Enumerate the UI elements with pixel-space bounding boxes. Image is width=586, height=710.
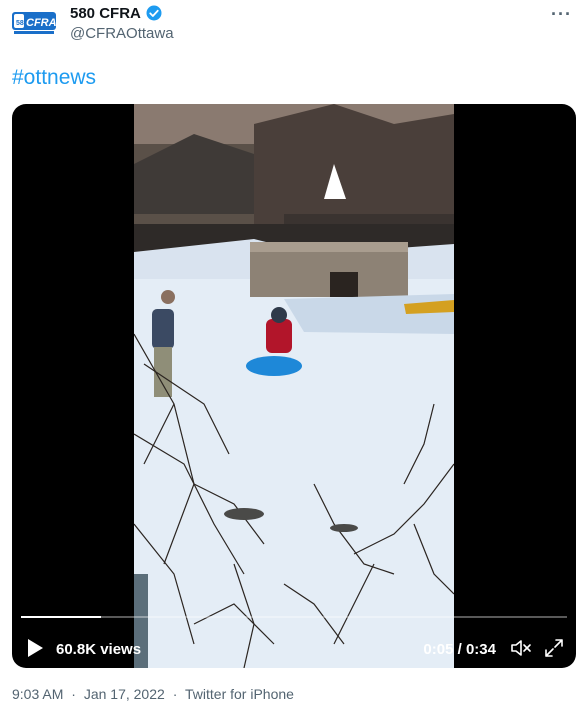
meta-dot: · bbox=[172, 686, 178, 702]
view-count: 60.8K views bbox=[56, 641, 142, 658]
mute-icon[interactable] bbox=[510, 638, 532, 658]
meta-dot: · bbox=[71, 686, 76, 702]
cfra-logo-icon: 580 CFRA bbox=[12, 12, 56, 34]
video-time: 0:05 / 0:34 bbox=[423, 641, 496, 658]
name-row: 580 CFRA bbox=[70, 4, 163, 22]
play-icon[interactable] bbox=[26, 638, 44, 658]
time-separator: / bbox=[457, 641, 462, 658]
account-avatar[interactable]: 580 CFRA bbox=[12, 10, 56, 36]
display-name[interactable]: 580 CFRA bbox=[70, 5, 141, 22]
tweet-time[interactable]: 9:03 AM bbox=[12, 686, 63, 702]
video-thumbnail bbox=[134, 104, 454, 668]
svg-text:CFRA: CFRA bbox=[26, 17, 56, 29]
tweet-source: Twitter for iPhone bbox=[185, 686, 294, 702]
video-frame bbox=[134, 104, 454, 668]
hashtag-link[interactable]: #ottnews bbox=[12, 66, 96, 90]
account-handle[interactable]: @CFRAOttawa bbox=[70, 25, 174, 42]
video-progress-fill bbox=[21, 616, 102, 618]
duration: 0:34 bbox=[465, 641, 496, 658]
more-options-icon[interactable]: ··· bbox=[551, 4, 572, 25]
current-time: 0:05 bbox=[423, 641, 454, 658]
tweet-header: 580 CFRA 580 CFRA @CFRAOttawa ··· bbox=[0, 0, 586, 60]
video-player[interactable]: 60.8K views 0:05 / 0:34 bbox=[12, 104, 576, 668]
fullscreen-icon[interactable] bbox=[544, 638, 564, 658]
verified-badge-icon bbox=[146, 5, 162, 21]
video-controls: 60.8K views 0:05 / 0:34 bbox=[12, 608, 576, 668]
tweet-meta: 9:03 AM · Jan 17, 2022 · Twitter for iPh… bbox=[12, 686, 298, 702]
video-progress-bar[interactable] bbox=[21, 616, 567, 618]
tweet-date[interactable]: Jan 17, 2022 bbox=[84, 686, 165, 702]
